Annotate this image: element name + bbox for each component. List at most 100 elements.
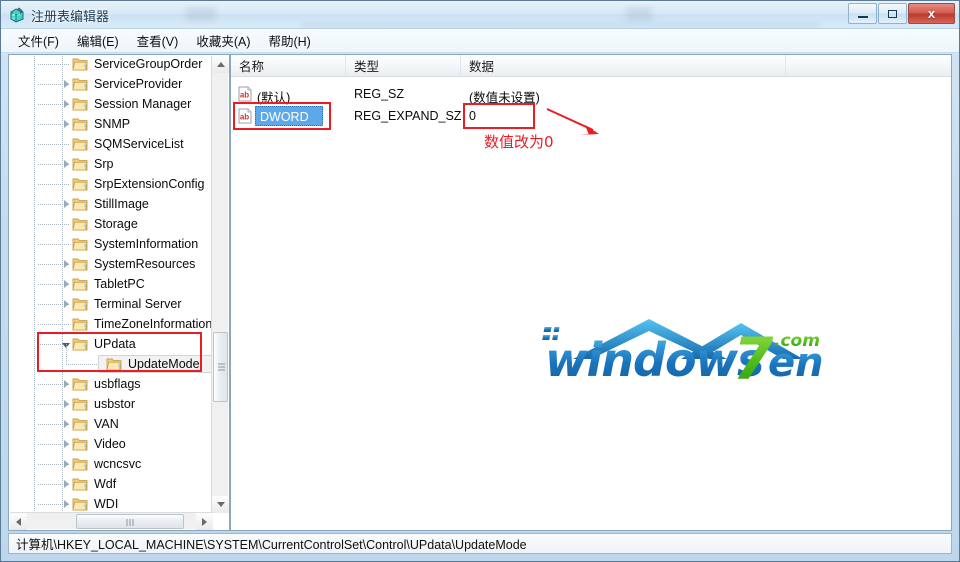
- tree-node-van[interactable]: VAN: [10, 414, 213, 434]
- tree-expander-collapsed-icon[interactable]: [60, 78, 72, 90]
- folder-icon: [72, 57, 88, 71]
- svg-text:windows: windows: [545, 333, 763, 387]
- tree-node-label: Srp: [94, 157, 114, 171]
- ab-string-icon: ab: [237, 86, 253, 102]
- tree-node-systeminformation[interactable]: SystemInformation: [10, 234, 213, 254]
- tree-node-label: Storage: [94, 217, 138, 231]
- arrow-right-icon: [202, 517, 207, 526]
- folder-icon: [72, 297, 88, 311]
- menu-help[interactable]: 帮助(H): [259, 28, 319, 53]
- column-header-data[interactable]: 数据: [461, 55, 786, 76]
- minimize-button[interactable]: [848, 3, 877, 24]
- folder-icon: [72, 377, 88, 391]
- folder-icon: [72, 397, 88, 411]
- tree-node-serviceprovider[interactable]: ServiceProvider: [10, 74, 213, 94]
- tree-guide-connector: [38, 324, 70, 325]
- scroll-up-button[interactable]: [212, 56, 229, 73]
- tree-node-tabletpc[interactable]: TabletPC: [10, 274, 213, 294]
- menu-favorites[interactable]: 收藏夹(A): [187, 28, 259, 53]
- tree-node-snmp[interactable]: SNMP: [10, 114, 213, 134]
- tree-expander-collapsed-icon[interactable]: [60, 398, 72, 410]
- menu-view[interactable]: 查看(V): [128, 28, 188, 53]
- tree-node-label: SQMServiceList: [94, 137, 184, 151]
- tree-expander-collapsed-icon[interactable]: [60, 498, 72, 510]
- tree-node-systemresources[interactable]: SystemResources: [10, 254, 213, 274]
- folder-icon: [72, 417, 88, 431]
- folder-icon: [72, 477, 88, 491]
- tree-expander-collapsed-icon[interactable]: [60, 198, 72, 210]
- table-row[interactable]: ab (默认) REG_SZ (数值未设置): [231, 83, 951, 105]
- tree-node-label: ServiceGroupOrder: [94, 57, 203, 71]
- folder-icon: [72, 177, 88, 191]
- scroll-down-button[interactable]: [212, 496, 229, 513]
- column-header-name[interactable]: 名称: [231, 55, 346, 76]
- tree-node-label: wcncsvc: [94, 457, 142, 471]
- svg-text:.com: .com: [774, 331, 820, 351]
- tree-expander-collapsed-icon[interactable]: [60, 98, 72, 110]
- tree-node-sqmservicelist[interactable]: SQMServiceList: [10, 134, 213, 154]
- tree-expander-collapsed-icon[interactable]: [60, 118, 72, 130]
- tree-node-usbstor[interactable]: usbstor: [10, 394, 213, 414]
- tree-expander-collapsed-icon[interactable]: [60, 158, 72, 170]
- tree-node-wcncsvc[interactable]: wcncsvc: [10, 454, 213, 474]
- tree-node-timezoneinformation[interactable]: TimeZoneInformation: [10, 314, 213, 334]
- arrow-up-icon: [216, 62, 225, 67]
- tree-expander-collapsed-icon[interactable]: [60, 458, 72, 470]
- folder-icon: [72, 237, 88, 251]
- folder-icon: [72, 217, 88, 231]
- minimize-icon: [849, 4, 876, 23]
- menu-file[interactable]: 文件(F): [9, 28, 68, 53]
- titlebar-artifact-2: [626, 7, 652, 21]
- scroll-right-button[interactable]: [196, 513, 213, 530]
- tree-expander-collapsed-icon[interactable]: [60, 258, 72, 270]
- annotation-arrow-icon: [541, 103, 631, 143]
- tree-expander-collapsed-icon[interactable]: [60, 438, 72, 450]
- tree-node-usbflags[interactable]: usbflags: [10, 374, 213, 394]
- tree-node-label: StillImage: [94, 197, 149, 211]
- tree-node-srp[interactable]: Srp: [10, 154, 213, 174]
- tree-horizontal-scrollbar[interactable]: [10, 512, 213, 530]
- scroll-left-button[interactable]: [10, 513, 27, 530]
- tree-guide-connector: [38, 64, 70, 65]
- tree-expander-collapsed-icon[interactable]: [60, 298, 72, 310]
- close-button[interactable]: x: [908, 3, 955, 24]
- maximize-button[interactable]: [878, 3, 907, 24]
- scroll-grip-icon: [218, 362, 225, 373]
- status-bar: 计算机\HKEY_LOCAL_MACHINE\SYSTEM\CurrentCon…: [8, 533, 952, 554]
- tree-node-terminal-server[interactable]: Terminal Server: [10, 294, 213, 314]
- tree-node-video[interactable]: Video: [10, 434, 213, 454]
- tree-node-label: Session Manager: [94, 97, 192, 111]
- registry-icon: [8, 6, 26, 24]
- menu-edit[interactable]: 编辑(E): [68, 28, 128, 53]
- tree-node-session-manager[interactable]: Session Manager: [10, 94, 213, 114]
- tree-hscroll-thumb[interactable]: [76, 514, 184, 529]
- tree-node-wdf[interactable]: Wdf: [10, 474, 213, 494]
- tree-vscroll-thumb[interactable]: [213, 332, 228, 402]
- tree-node-stillimage[interactable]: StillImage: [10, 194, 213, 214]
- tree-node-label: Terminal Server: [94, 297, 182, 311]
- tree-node-servicegrouporder[interactable]: ServiceGroupOrder: [10, 56, 213, 74]
- column-header-type[interactable]: 类型: [346, 55, 461, 76]
- values-column-header: 名称 类型 数据: [231, 55, 951, 77]
- tree-guide-connector: [38, 224, 70, 225]
- tree-node-srpextensionconfig[interactable]: SrpExtensionConfig: [10, 174, 213, 194]
- tree-node-label: usbstor: [94, 397, 135, 411]
- tree-expander-collapsed-icon[interactable]: [60, 278, 72, 290]
- tree-node-storage[interactable]: Storage: [10, 214, 213, 234]
- svg-text:ab: ab: [240, 91, 249, 100]
- tree-node-label: SNMP: [94, 117, 131, 131]
- menu-bar: 文件(F) 编辑(E) 查看(V) 收藏夹(A) 帮助(H): [1, 29, 959, 53]
- registry-tree-pane: ServiceGroupOrder ServiceProvider Session …: [8, 54, 230, 531]
- folder-icon: [72, 157, 88, 171]
- site-watermark: windows 7 en .com: [531, 313, 871, 393]
- tree-expander-collapsed-icon[interactable]: [60, 478, 72, 490]
- tree-scroll-viewport: ServiceGroupOrder ServiceProvider Session …: [10, 56, 213, 513]
- tree-expander-collapsed-icon[interactable]: [60, 378, 72, 390]
- tree-vertical-scrollbar[interactable]: [211, 56, 229, 513]
- tree-expander-collapsed-icon[interactable]: [60, 418, 72, 430]
- window-controls: x: [848, 3, 955, 25]
- tree-node-wdi[interactable]: WDI: [10, 494, 213, 513]
- tree-node-label: WDI: [94, 497, 119, 511]
- tree-node-label: SrpExtensionConfig: [94, 177, 205, 191]
- tree-node-label: SystemInformation: [94, 237, 199, 251]
